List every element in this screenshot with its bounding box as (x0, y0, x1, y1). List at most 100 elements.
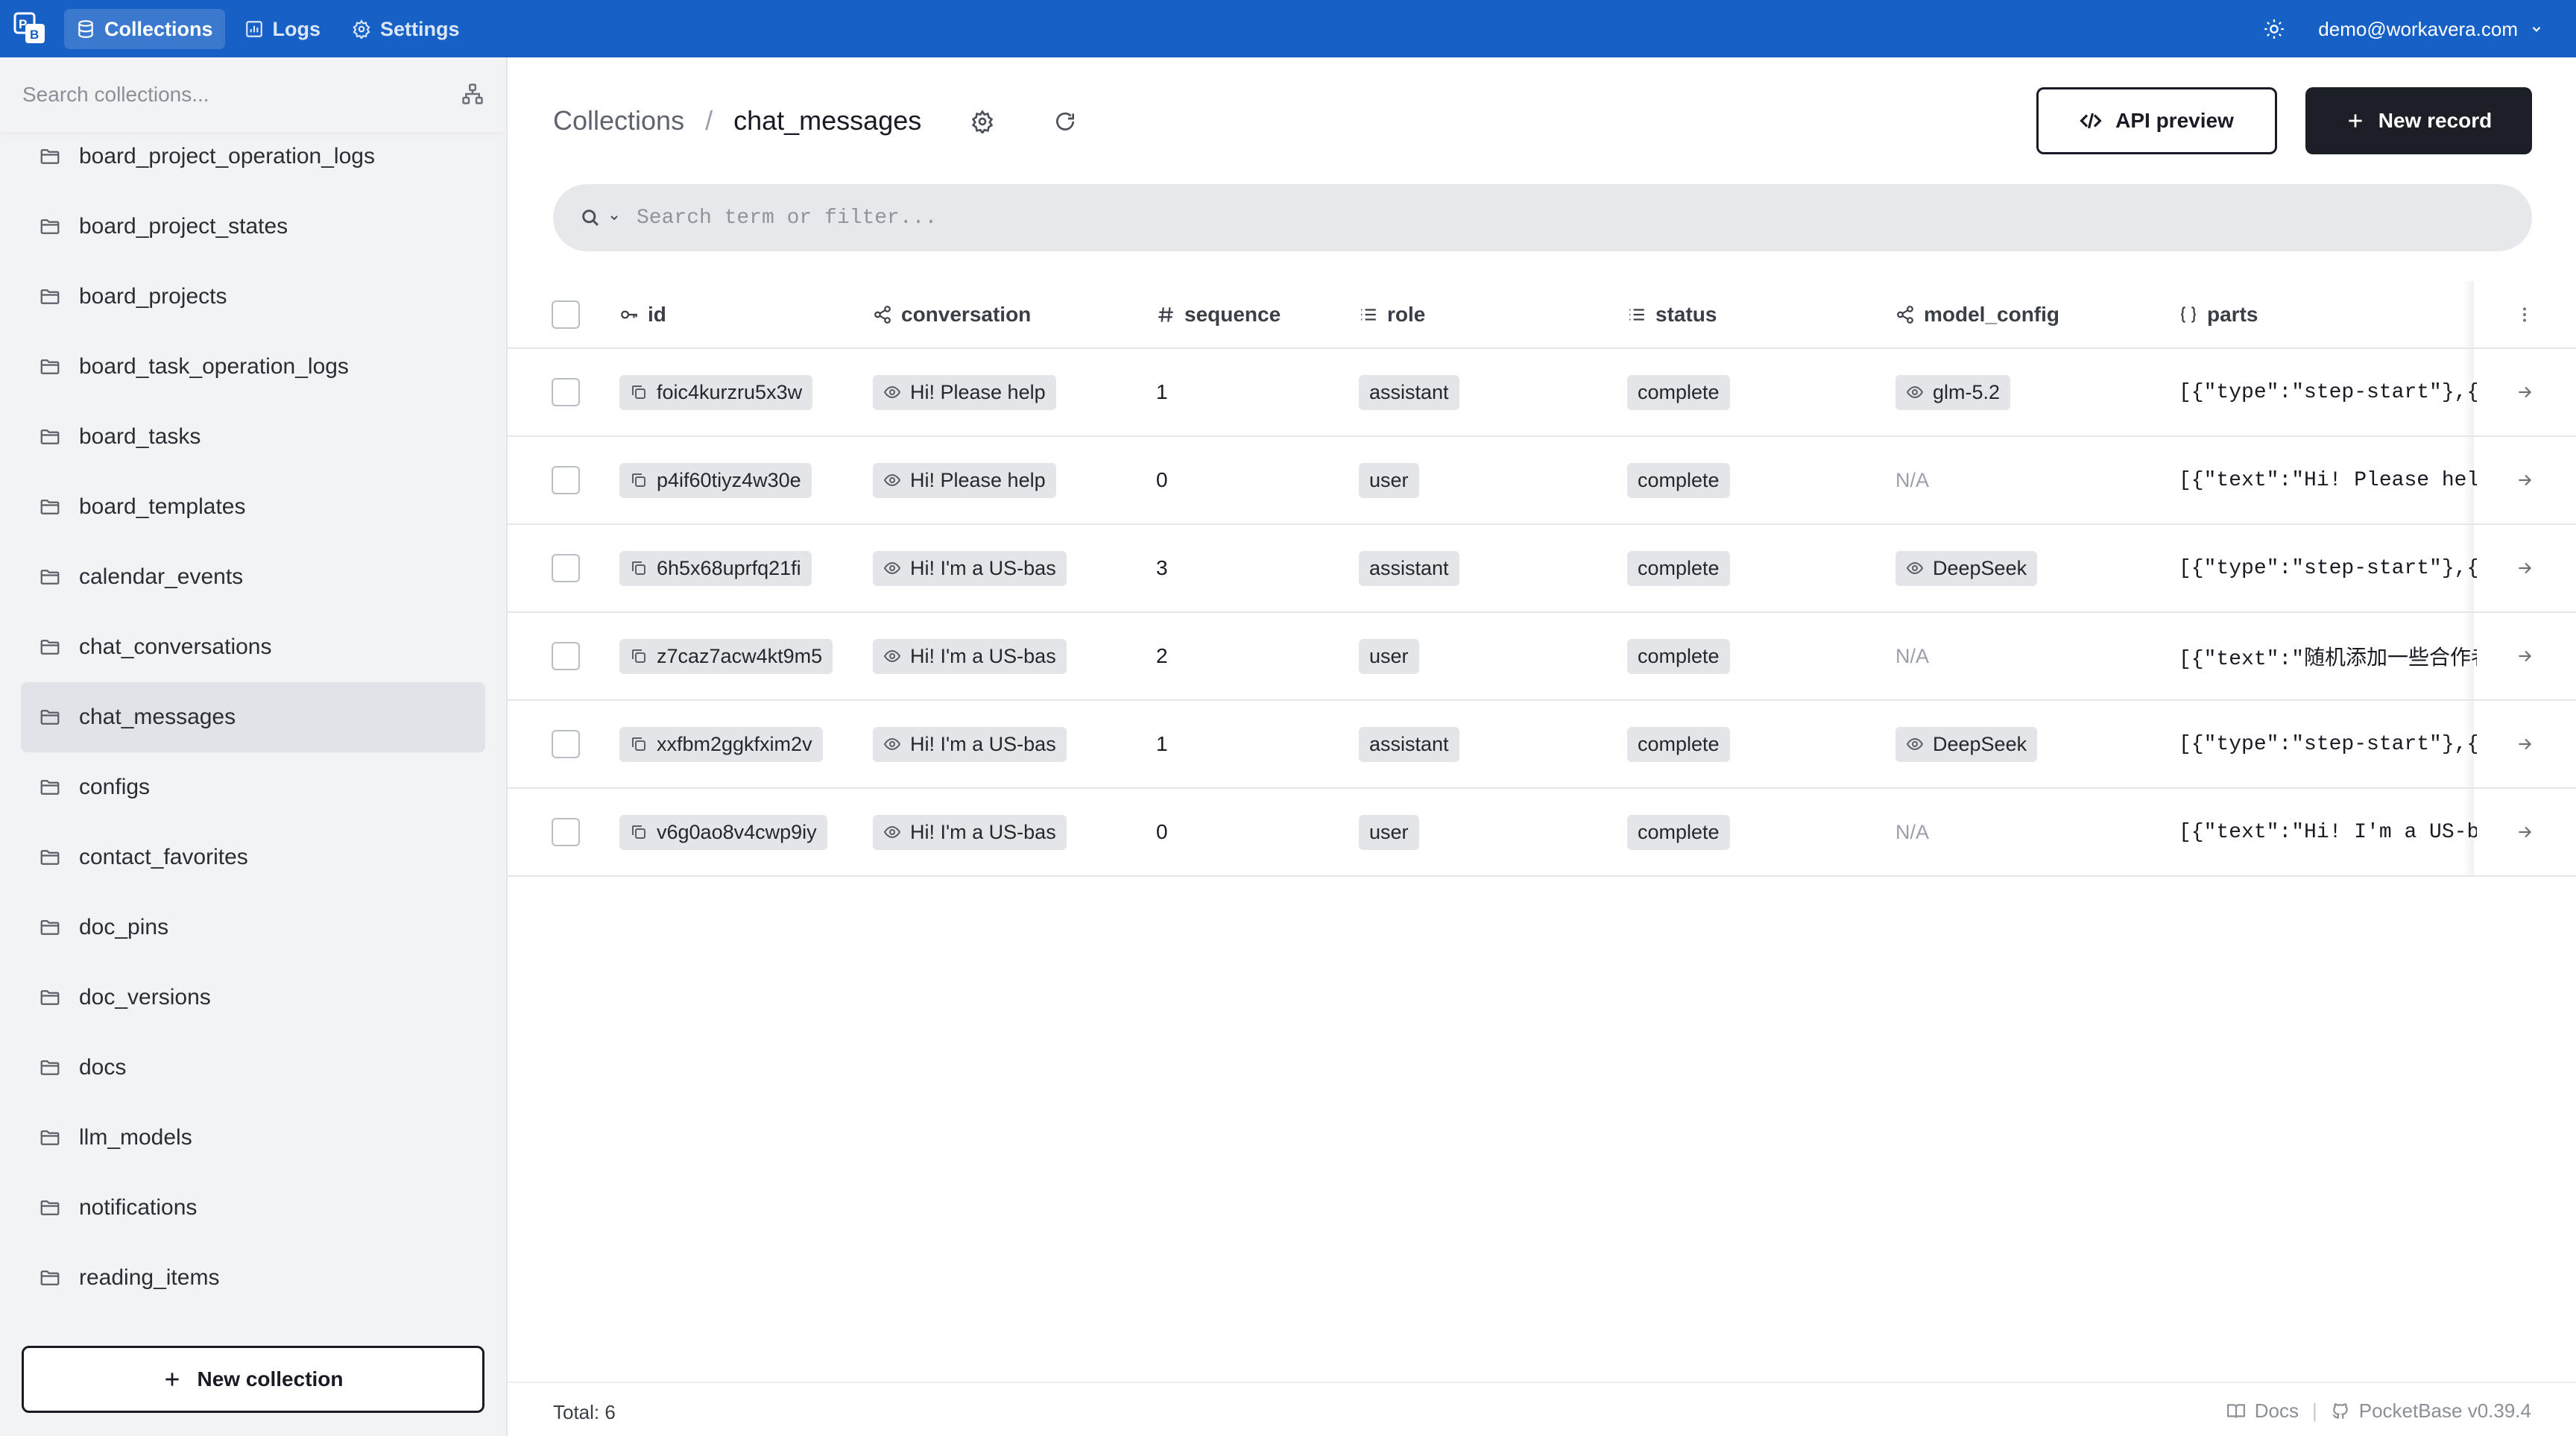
record-id-badge[interactable]: xxfbm2ggkfxim2v (619, 726, 823, 762)
model-config-relation[interactable]: DeepSeek (1895, 550, 2038, 586)
table-row[interactable]: foic4kurzru5x3w Hi! Please help 1 assistant… (508, 349, 2576, 437)
sequence-value: 0 (1156, 468, 1168, 491)
sitemap-icon[interactable] (461, 83, 484, 105)
select-all-checkbox[interactable] (552, 300, 580, 329)
column-header-status[interactable]: status (1627, 281, 1873, 347)
open-record-button[interactable] (2502, 349, 2547, 435)
user-menu[interactable]: demo@workavera.com (2318, 10, 2543, 48)
open-record-button[interactable] (2502, 613, 2547, 699)
open-record-button[interactable] (2502, 701, 2547, 787)
sidebar-item-notifications[interactable]: notifications (21, 1173, 485, 1243)
copy-icon (630, 735, 648, 753)
chevron-down-icon[interactable] (608, 212, 620, 224)
api-preview-button[interactable]: API preview (2036, 87, 2277, 154)
search-icon[interactable] (580, 207, 601, 228)
table-row[interactable]: z7caz7acw4kt9m5 Hi! I'm a US-bas 2 user comp… (508, 613, 2576, 701)
column-header-conversation[interactable]: conversation (873, 281, 1141, 347)
sidebar-item-chat-messages[interactable]: chat_messages (21, 682, 485, 752)
status-badge: complete (1627, 814, 1730, 850)
sidebar-item-board-task-operation-logs[interactable]: board_task_operation_logs (21, 332, 485, 402)
conversation-relation[interactable]: Hi! I'm a US-bas (873, 550, 1067, 586)
folder-icon (39, 1197, 61, 1219)
open-record-button[interactable] (2502, 525, 2547, 611)
column-options-button[interactable] (2502, 281, 2547, 347)
status-badge: complete (1627, 726, 1730, 762)
sidebar-item-configs[interactable]: configs (21, 752, 485, 822)
collection-settings-button[interactable] (967, 107, 997, 136)
row-checkbox[interactable] (552, 378, 580, 406)
sidebar-item-board-templates[interactable]: board_templates (21, 472, 485, 542)
sidebar-item-docs[interactable]: docs (21, 1033, 485, 1103)
sidebar-item-board-project-operation-logs[interactable]: board_project_operation_logs (21, 122, 485, 192)
sidebar-item-calendar-events[interactable]: calendar_events (21, 542, 485, 612)
github-link[interactable]: PocketBase v0.39.4 (2331, 1399, 2531, 1423)
record-id: z7caz7acw4kt9m5 (657, 644, 823, 667)
sidebar-item-label: board_templates (79, 494, 246, 519)
row-checkbox[interactable] (552, 730, 580, 758)
theme-toggle-button[interactable] (2258, 13, 2290, 45)
conversation-relation[interactable]: Hi! I'm a US-bas (873, 726, 1067, 762)
new-record-label: New record (2378, 109, 2493, 132)
model-config-relation[interactable]: DeepSeek (1895, 726, 2038, 762)
sidebar-item-doc-versions[interactable]: doc_versions (21, 963, 485, 1033)
breadcrumb-root[interactable]: Collections (553, 105, 684, 136)
docs-link[interactable]: Docs (2226, 1399, 2299, 1423)
conversation-relation[interactable]: Hi! I'm a US-bas (873, 814, 1067, 850)
table-row[interactable]: xxfbm2ggkfxim2v Hi! I'm a US-bas 1 assistan… (508, 701, 2576, 789)
folder-icon (39, 986, 61, 1009)
table-row[interactable]: v6g0ao8v4cwp9iy Hi! I'm a US-bas 0 user comp… (508, 789, 2576, 877)
column-header-model-config[interactable]: model_config (1895, 281, 2156, 347)
page-title: chat_messages (733, 105, 922, 136)
nav-tab-logs[interactable]: Logs (233, 9, 333, 49)
nav-tab-collections[interactable]: Collections (64, 9, 225, 49)
row-checkbox[interactable] (552, 466, 580, 494)
table-row[interactable]: p4if60tiyz4w30e Hi! Please help 0 user compl… (508, 437, 2576, 525)
sidebar-item-contact-favorites[interactable]: contact_favorites (21, 822, 485, 892)
column-header-id[interactable]: id (619, 281, 865, 347)
sidebar-item-board-projects[interactable]: board_projects (21, 262, 485, 332)
refresh-button[interactable] (1050, 107, 1080, 136)
open-record-button[interactable] (2502, 789, 2547, 875)
arrow-right-icon (2515, 558, 2534, 578)
column-header-role[interactable]: role (1359, 281, 1605, 347)
role-badge: user (1359, 814, 1419, 850)
sidebar-item-label: board_projects (79, 284, 227, 309)
pocketbase-logo[interactable]: P B (13, 12, 46, 45)
nav-tab-settings[interactable]: Settings (340, 9, 472, 49)
model-config-relation[interactable]: glm-5.2 (1895, 374, 2011, 410)
new-collection-button[interactable]: New collection (22, 1346, 484, 1413)
conversation-relation[interactable]: Hi! I'm a US-bas (873, 638, 1067, 674)
row-checkbox[interactable] (552, 818, 580, 846)
sidebar-item-reading-items[interactable]: reading_items (21, 1243, 485, 1313)
column-header-parts[interactable]: parts (2179, 281, 2477, 347)
record-id-badge[interactable]: foic4kurzru5x3w (619, 374, 813, 410)
record-id-badge[interactable]: v6g0ao8v4cwp9iy (619, 814, 827, 850)
conversation-relation[interactable]: Hi! Please help (873, 462, 1056, 498)
model-config-empty: N/A (1895, 820, 1930, 843)
new-record-button[interactable]: New record (2305, 87, 2532, 154)
conversation-relation[interactable]: Hi! Please help (873, 374, 1056, 410)
record-id-badge[interactable]: z7caz7acw4kt9m5 (619, 638, 833, 674)
sidebar-item-llm-models[interactable]: llm_models (21, 1103, 485, 1173)
sidebar-item-chat-conversations[interactable]: chat_conversations (21, 612, 485, 682)
scroll-shadow (2463, 525, 2474, 611)
open-record-button[interactable] (2502, 437, 2547, 523)
table-row[interactable]: 6h5x68uprfq21fi Hi! I'm a US-bas 3 assistan… (508, 525, 2576, 613)
eye-icon (1906, 735, 1924, 753)
row-checkbox[interactable] (552, 554, 580, 582)
collection-search-input[interactable] (22, 83, 440, 107)
records-table: id conversation sequence role status mod… (508, 281, 2576, 877)
row-checkbox[interactable] (552, 642, 580, 670)
record-id-badge[interactable]: 6h5x68uprfq21fi (619, 550, 812, 586)
sidebar-item-label: configs (79, 775, 151, 799)
sidebar-item-board-tasks[interactable]: board_tasks (21, 402, 485, 472)
record-id: v6g0ao8v4cwp9iy (657, 820, 817, 843)
eye-icon (883, 471, 901, 489)
column-header-sequence[interactable]: sequence (1156, 281, 1342, 347)
sidebar-item-board-project-states[interactable]: board_project_states (21, 192, 485, 262)
sidebar-item-doc-pins[interactable]: doc_pins (21, 892, 485, 963)
sidebar-item-label: chat_conversations (79, 634, 272, 659)
copy-icon (630, 823, 648, 841)
record-id-badge[interactable]: p4if60tiyz4w30e (619, 462, 812, 498)
filter-input[interactable] (637, 206, 2351, 230)
